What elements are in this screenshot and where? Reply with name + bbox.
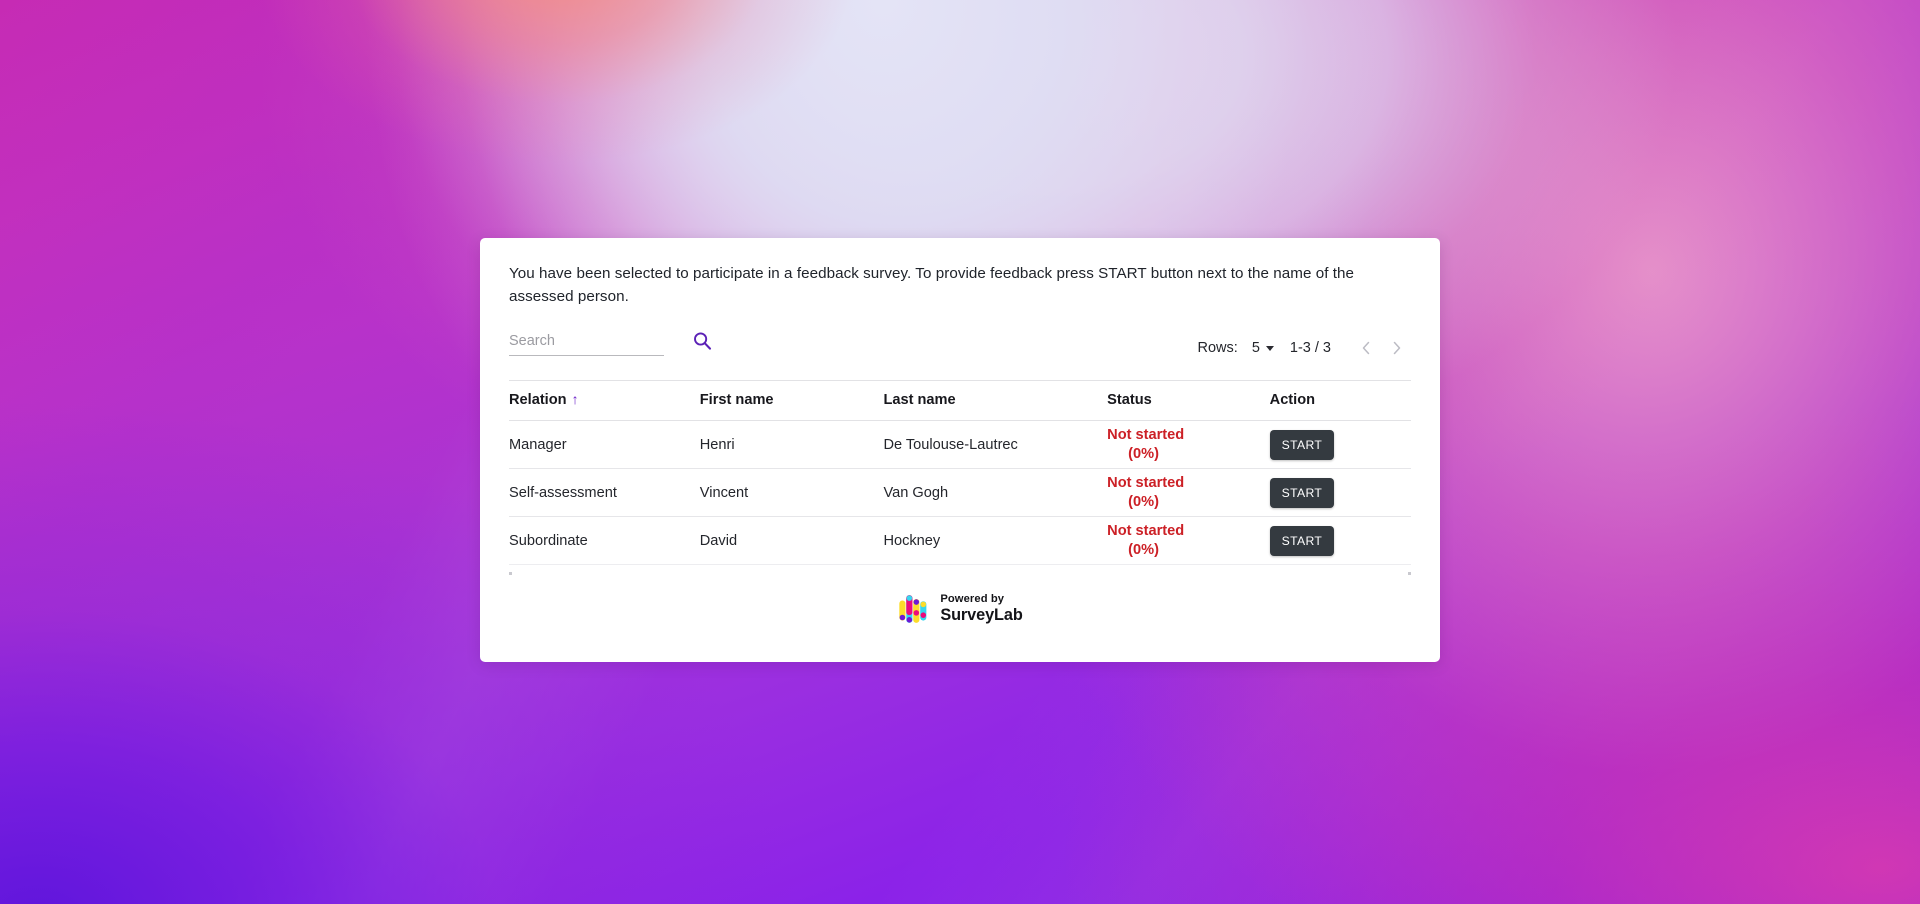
start-button[interactable]: START: [1269, 477, 1335, 508]
survey-invitation-card: You have been selected to participate in…: [480, 238, 1440, 662]
powered-by-label: Powered by: [940, 592, 1005, 605]
search-icon: [694, 332, 712, 350]
column-header-first-name[interactable]: First name: [699, 380, 884, 421]
cell-relation: Manager: [509, 420, 700, 469]
cell-action: START: [1269, 420, 1411, 469]
status-badge: Not started: [1107, 523, 1185, 539]
intro-text: You have been selected to participate in…: [509, 265, 1355, 305]
status-badge: Not started: [1107, 427, 1185, 443]
chevron-right-icon: [1393, 341, 1400, 355]
brand-text-block: Powered by SurveyLab: [940, 592, 1023, 624]
column-header-relation[interactable]: Relation ↑: [509, 380, 700, 421]
column-header-last-name-label: Last name: [883, 391, 956, 408]
cell-first-name: David: [699, 516, 884, 565]
powered-by-surveylab[interactable]: Powered by SurveyLab: [480, 592, 1440, 626]
column-header-first-name-label: First name: [699, 391, 774, 408]
feedback-respondents-table: Relation ↑ First name Last name Status Ac…: [509, 380, 1411, 565]
status-percent: (0%): [1128, 445, 1159, 462]
rows-per-page-value: 5: [1251, 340, 1260, 356]
column-header-last-name[interactable]: Last name: [883, 380, 1108, 421]
search-input[interactable]: [509, 333, 664, 356]
cell-status: Not started (0%): [1107, 516, 1270, 565]
chevron-left-icon: [1362, 341, 1369, 355]
status-percent: (0%): [1128, 541, 1159, 558]
cell-action: START: [1269, 468, 1411, 517]
cell-last-name: Hockney: [883, 516, 1108, 565]
cell-first-name: Vincent: [699, 468, 884, 517]
table-header-row: Relation ↑ First name Last name Status Ac…: [509, 380, 1411, 421]
rows-per-page-label: Rows:: [1197, 340, 1238, 356]
table-row: Self-assessment Vincent Van Gogh Not sta…: [509, 468, 1411, 517]
table-body: Manager Henri De Toulouse-Lautrec Not st…: [509, 420, 1411, 565]
start-button[interactable]: START: [1269, 525, 1335, 556]
desktop-wallpaper: You have been selected to participate in…: [0, 0, 1920, 904]
sort-ascending-icon: ↑: [571, 391, 579, 407]
cell-last-name: De Toulouse-Lautrec: [883, 420, 1108, 469]
table-corner-handle-left: [509, 572, 512, 575]
column-header-action: Action: [1269, 380, 1411, 421]
status-percent: (0%): [1128, 493, 1159, 510]
cell-status: Not started (0%): [1107, 468, 1270, 517]
cell-action: START: [1269, 516, 1411, 565]
start-button[interactable]: START: [1269, 429, 1335, 460]
cell-last-name: Van Gogh: [883, 468, 1108, 517]
pagination-range-text: 1-3 / 3: [1289, 340, 1331, 356]
rows-per-page-select[interactable]: 5: [1252, 340, 1274, 356]
cell-first-name: Henri: [699, 420, 884, 469]
cell-relation: Subordinate: [509, 516, 700, 565]
table-row: Manager Henri De Toulouse-Lautrec Not st…: [509, 420, 1411, 469]
cell-status: Not started (0%): [1107, 420, 1270, 469]
table-header: Relation ↑ First name Last name Status Ac…: [509, 380, 1411, 421]
surveylab-logo-icon: [899, 595, 927, 623]
column-header-action-label: Action: [1269, 391, 1316, 408]
status-badge: Not started: [1107, 475, 1185, 491]
search-button[interactable]: [689, 328, 715, 354]
table-corner-handle-right: [1408, 572, 1411, 575]
next-page-button[interactable]: [1381, 333, 1411, 363]
pagination-controls: Rows: 5 1-3 / 3: [1198, 333, 1411, 363]
column-header-status-label: Status: [1107, 391, 1152, 408]
table-toolbar: Rows: 5 1-3 / 3: [509, 332, 1411, 372]
search-field-wrapper: [509, 332, 664, 356]
column-header-status[interactable]: Status: [1107, 380, 1270, 421]
previous-page-button[interactable]: [1351, 333, 1381, 363]
column-header-relation-label: Relation: [509, 392, 567, 408]
brand-name-label: SurveyLab: [940, 605, 1023, 624]
cell-relation: Self-assessment: [509, 468, 700, 517]
chevron-down-icon: [1265, 345, 1274, 351]
table-row: Subordinate David Hockney Not started (0…: [509, 516, 1411, 565]
